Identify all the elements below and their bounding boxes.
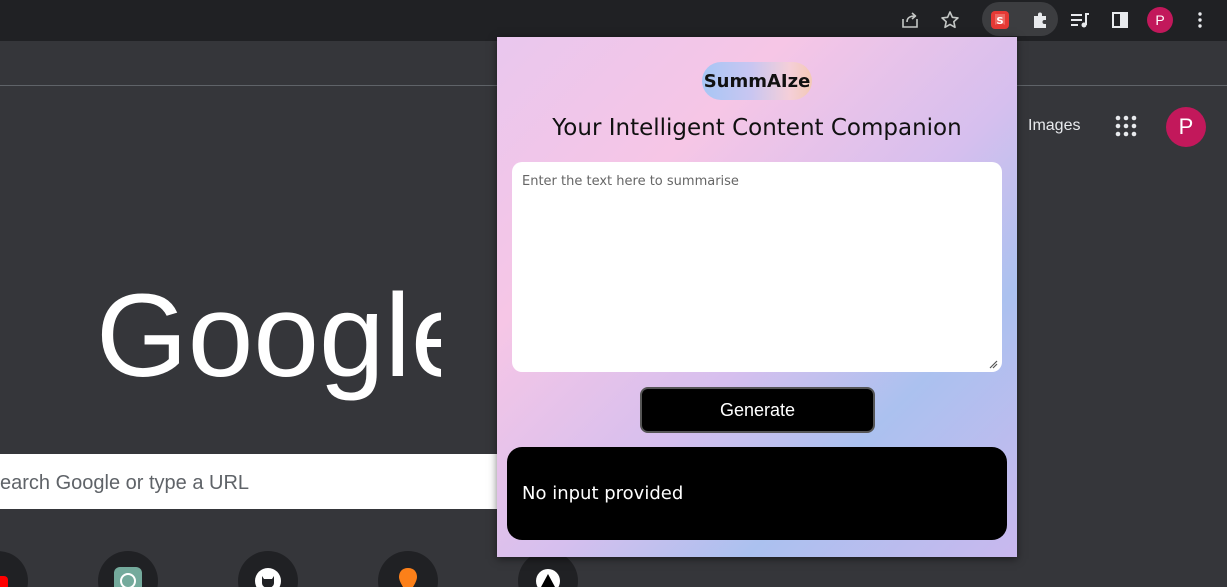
chatgpt-shortcut-icon[interactable] [98, 551, 158, 587]
profile-initial: P [1147, 7, 1173, 33]
share-icon[interactable] [894, 4, 926, 36]
output-panel: No input provided [507, 447, 1007, 540]
images-link[interactable]: Images [1028, 117, 1080, 135]
output-text: No input provided [522, 483, 684, 504]
star-icon[interactable] [934, 4, 966, 36]
profile-icon[interactable]: P [1144, 4, 1176, 36]
resize-handle-icon[interactable] [988, 359, 998, 369]
google-logo: Google [96, 276, 441, 402]
brand-logo: SummAIze [702, 62, 812, 100]
tagline: Your Intelligent Content Companion [552, 115, 962, 141]
google-apps-icon[interactable] [1114, 114, 1138, 138]
account-avatar[interactable]: P [1166, 107, 1206, 147]
youtube-shortcut-icon[interactable] [0, 551, 28, 587]
summary-input-textarea[interactable] [512, 162, 1002, 372]
google-logo-text: Google [96, 276, 441, 402]
browser-window: S P Images P Google earch Google or type… [0, 0, 1227, 587]
github-shortcut-icon[interactable] [238, 551, 298, 587]
svg-text:S: S [996, 16, 1003, 27]
swiggy-shortcut-icon[interactable] [378, 551, 438, 587]
puzzle-icon[interactable] [1024, 4, 1056, 36]
search-placeholder: earch Google or type a URL [0, 472, 250, 494]
browser-top-bar: S P [0, 0, 1227, 41]
summaize-popup: SummAIze Your Intelligent Content Compan… [497, 37, 1017, 557]
media-queue-icon[interactable] [1064, 4, 1096, 36]
generate-button[interactable]: Generate [640, 387, 875, 433]
side-panel-icon[interactable] [1104, 4, 1136, 36]
extension-summaize-icon[interactable]: S [984, 4, 1016, 36]
kebab-menu-icon[interactable] [1184, 4, 1216, 36]
